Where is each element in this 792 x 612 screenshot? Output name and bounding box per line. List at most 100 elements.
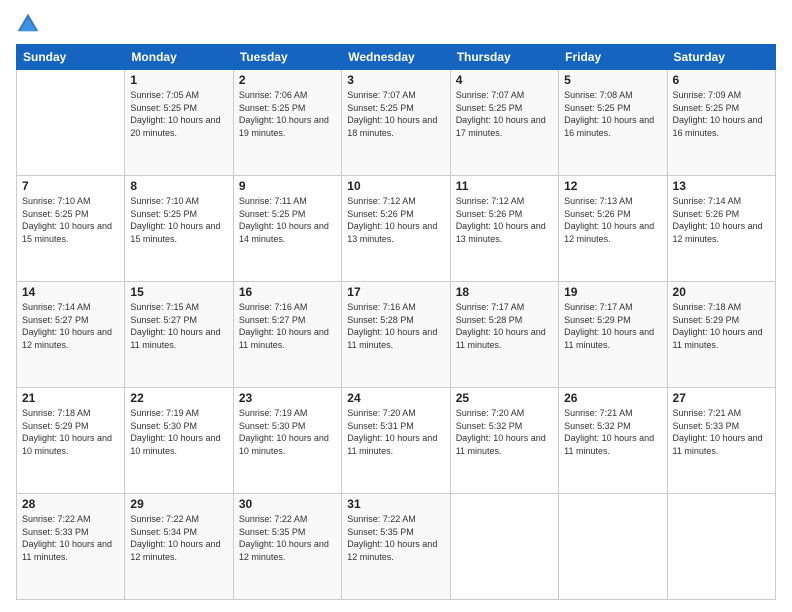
day-info: Sunrise: 7:05 AMSunset: 5:25 PMDaylight:… [130,89,227,139]
day-number: 30 [239,497,336,511]
day-number: 12 [564,179,661,193]
calendar-cell: 27 Sunrise: 7:21 AMSunset: 5:33 PMDayligh… [667,388,775,494]
day-info: Sunrise: 7:06 AMSunset: 5:25 PMDaylight:… [239,89,336,139]
day-number: 7 [22,179,119,193]
day-number: 22 [130,391,227,405]
day-number: 19 [564,285,661,299]
page-container: SundayMondayTuesdayWednesdayThursdayFrid… [0,0,792,612]
calendar-week-1: 1 Sunrise: 7:05 AMSunset: 5:25 PMDaylight… [17,70,776,176]
calendar-cell: 9Sunrise: 7:11 AMSunset: 5:25 PMDaylight… [233,176,341,282]
calendar-cell: 25 Sunrise: 7:20 AMSunset: 5:32 PMDayligh… [450,388,558,494]
calendar-week-4: 21Sunrise: 7:18 AMSunset: 5:29 PMDayligh… [17,388,776,494]
day-info: Sunrise: 7:16 AMSunset: 5:28 PMDaylight:… [347,301,444,351]
calendar-cell: 3 Sunrise: 7:07 AMSunset: 5:25 PMDaylight… [342,70,450,176]
day-info: Sunrise: 7:22 AMSunset: 5:33 PMDaylight:… [22,513,119,563]
calendar-cell: 14 Sunrise: 7:14 AMSunset: 5:27 PMDayligh… [17,282,125,388]
calendar-cell: 28 Sunrise: 7:22 AMSunset: 5:33 PMDayligh… [17,494,125,600]
day-number: 6 [673,73,770,87]
day-info: Sunrise: 7:22 AMSunset: 5:35 PMDaylight:… [347,513,444,563]
day-number: 10 [347,179,444,193]
logo-icon [16,12,40,36]
day-info: Sunrise: 7:20 AMSunset: 5:32 PMDaylight:… [456,407,553,457]
calendar-table: SundayMondayTuesdayWednesdayThursdayFrid… [16,44,776,600]
calendar-cell: 2 Sunrise: 7:06 AMSunset: 5:25 PMDaylight… [233,70,341,176]
day-number: 3 [347,73,444,87]
day-number: 14 [22,285,119,299]
calendar-cell: 6 Sunrise: 7:09 AMSunset: 5:25 PMDaylight… [667,70,775,176]
calendar-cell: 8Sunrise: 7:10 AMSunset: 5:25 PMDaylight… [125,176,233,282]
calendar-cell: 26Sunrise: 7:21 AMSunset: 5:32 PMDayligh… [559,388,667,494]
calendar-cell: 15Sunrise: 7:15 AMSunset: 5:27 PMDayligh… [125,282,233,388]
calendar-cell: 11Sunrise: 7:12 AMSunset: 5:26 PMDayligh… [450,176,558,282]
day-info: Sunrise: 7:09 AMSunset: 5:25 PMDaylight:… [673,89,770,139]
day-number: 1 [130,73,227,87]
calendar-col-friday: Friday [559,45,667,70]
calendar-col-monday: Monday [125,45,233,70]
day-info: Sunrise: 7:07 AMSunset: 5:25 PMDaylight:… [456,89,553,139]
day-number: 4 [456,73,553,87]
day-info: Sunrise: 7:20 AMSunset: 5:31 PMDaylight:… [347,407,444,457]
day-info: Sunrise: 7:07 AMSunset: 5:25 PMDaylight:… [347,89,444,139]
calendar-cell [559,494,667,600]
calendar-cell: 10Sunrise: 7:12 AMSunset: 5:26 PMDayligh… [342,176,450,282]
day-info: Sunrise: 7:17 AMSunset: 5:29 PMDaylight:… [564,301,661,351]
day-info: Sunrise: 7:14 AMSunset: 5:26 PMDaylight:… [673,195,770,245]
day-info: Sunrise: 7:18 AMSunset: 5:29 PMDaylight:… [22,407,119,457]
calendar-cell [17,70,125,176]
day-number: 29 [130,497,227,511]
calendar-cell: 30 Sunrise: 7:22 AMSunset: 5:35 PMDayligh… [233,494,341,600]
day-number: 28 [22,497,119,511]
day-number: 9 [239,179,336,193]
calendar-cell [667,494,775,600]
calendar-week-3: 14 Sunrise: 7:14 AMSunset: 5:27 PMDayligh… [17,282,776,388]
calendar-cell: 31Sunrise: 7:22 AMSunset: 5:35 PMDayligh… [342,494,450,600]
page-header [16,12,776,36]
calendar-cell: 13 Sunrise: 7:14 AMSunset: 5:26 PMDayligh… [667,176,775,282]
calendar-cell: 4 Sunrise: 7:07 AMSunset: 5:25 PMDaylight… [450,70,558,176]
day-number: 17 [347,285,444,299]
calendar-col-thursday: Thursday [450,45,558,70]
day-number: 13 [673,179,770,193]
day-number: 16 [239,285,336,299]
day-number: 11 [456,179,553,193]
calendar-body: 1 Sunrise: 7:05 AMSunset: 5:25 PMDaylight… [17,70,776,600]
day-number: 24 [347,391,444,405]
calendar-cell: 21Sunrise: 7:18 AMSunset: 5:29 PMDayligh… [17,388,125,494]
day-info: Sunrise: 7:10 AMSunset: 5:25 PMDaylight:… [130,195,227,245]
calendar-cell: 5 Sunrise: 7:08 AMSunset: 5:25 PMDaylight… [559,70,667,176]
day-number: 23 [239,391,336,405]
calendar-header-row: SundayMondayTuesdayWednesdayThursdayFrid… [17,45,776,70]
logo [16,12,44,36]
day-number: 25 [456,391,553,405]
calendar-cell [450,494,558,600]
calendar-cell: 29 Sunrise: 7:22 AMSunset: 5:34 PMDayligh… [125,494,233,600]
day-number: 18 [456,285,553,299]
day-number: 27 [673,391,770,405]
day-info: Sunrise: 7:22 AMSunset: 5:35 PMDaylight:… [239,513,336,563]
day-info: Sunrise: 7:16 AMSunset: 5:27 PMDaylight:… [239,301,336,351]
day-info: Sunrise: 7:08 AMSunset: 5:25 PMDaylight:… [564,89,661,139]
calendar-col-saturday: Saturday [667,45,775,70]
calendar-cell: 20 Sunrise: 7:18 AMSunset: 5:29 PMDayligh… [667,282,775,388]
day-number: 2 [239,73,336,87]
day-info: Sunrise: 7:21 AMSunset: 5:33 PMDaylight:… [673,407,770,457]
calendar-cell: 1 Sunrise: 7:05 AMSunset: 5:25 PMDaylight… [125,70,233,176]
day-number: 5 [564,73,661,87]
day-info: Sunrise: 7:19 AMSunset: 5:30 PMDaylight:… [239,407,336,457]
calendar-cell: 24 Sunrise: 7:20 AMSunset: 5:31 PMDayligh… [342,388,450,494]
day-info: Sunrise: 7:15 AMSunset: 5:27 PMDaylight:… [130,301,227,351]
day-info: Sunrise: 7:21 AMSunset: 5:32 PMDaylight:… [564,407,661,457]
day-number: 20 [673,285,770,299]
calendar-week-2: 7 Sunrise: 7:10 AMSunset: 5:25 PMDaylight… [17,176,776,282]
day-info: Sunrise: 7:17 AMSunset: 5:28 PMDaylight:… [456,301,553,351]
calendar-col-wednesday: Wednesday [342,45,450,70]
day-info: Sunrise: 7:22 AMSunset: 5:34 PMDaylight:… [130,513,227,563]
day-info: Sunrise: 7:18 AMSunset: 5:29 PMDaylight:… [673,301,770,351]
day-info: Sunrise: 7:14 AMSunset: 5:27 PMDaylight:… [22,301,119,351]
calendar-cell: 16 Sunrise: 7:16 AMSunset: 5:27 PMDayligh… [233,282,341,388]
calendar-col-sunday: Sunday [17,45,125,70]
day-info: Sunrise: 7:19 AMSunset: 5:30 PMDaylight:… [130,407,227,457]
day-info: Sunrise: 7:13 AMSunset: 5:26 PMDaylight:… [564,195,661,245]
calendar-cell: 19 Sunrise: 7:17 AMSunset: 5:29 PMDayligh… [559,282,667,388]
calendar-cell: 23 Sunrise: 7:19 AMSunset: 5:30 PMDayligh… [233,388,341,494]
